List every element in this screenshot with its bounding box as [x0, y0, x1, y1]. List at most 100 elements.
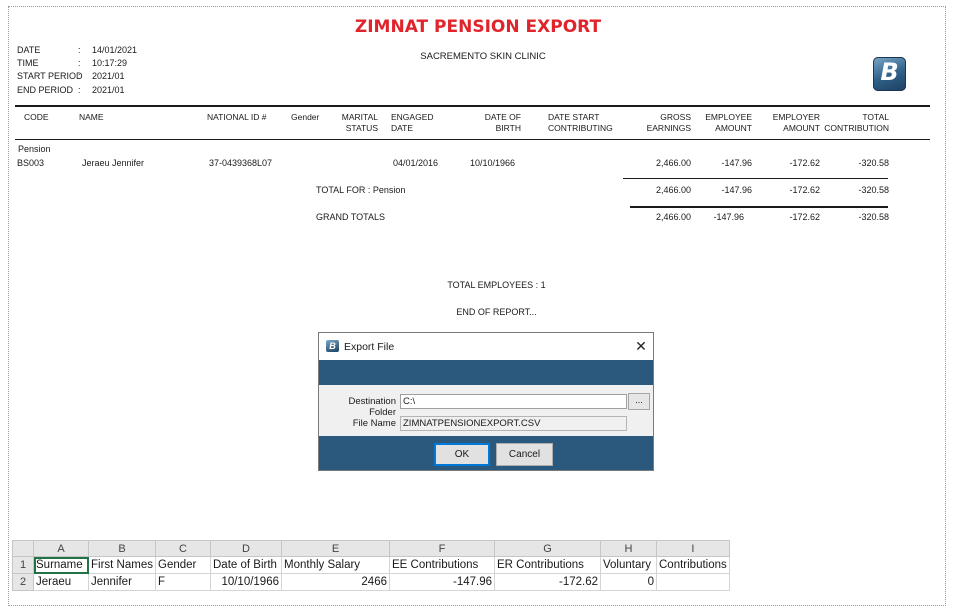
grand-total-total: -320.58 — [858, 212, 889, 222]
cell[interactable]: ER Contributions — [494, 556, 601, 574]
row-gross: 2,466.00 — [655, 158, 691, 168]
cell[interactable]: 2466 — [281, 573, 390, 591]
cell[interactable]: 10/10/1966 — [210, 573, 282, 591]
row-dob: 10/10/1966 — [470, 158, 516, 168]
row-employer: -172.62 — [789, 158, 820, 168]
destination-folder-input[interactable]: C:\ — [400, 394, 627, 409]
meta-start-label: START PERIOD — [17, 71, 83, 81]
row-total: -320.58 — [858, 158, 889, 168]
table-row: 1 Surname First Names Gender Date of Bir… — [12, 556, 730, 574]
meta-start-value: 2021/01 — [92, 71, 125, 81]
file-name-input[interactable]: ZIMNATPENSIONEXPORT.CSV — [400, 416, 627, 431]
total-employees: TOTAL EMPLOYEES : 1 — [447, 280, 546, 290]
column-header[interactable]: E — [281, 540, 390, 557]
meta-time-label: TIME — [17, 58, 39, 68]
subtotal-rule — [623, 178, 888, 179]
column-header[interactable]: I — [656, 540, 730, 557]
company-name: SACREMENTO SKIN CLINIC — [420, 51, 546, 62]
cell[interactable]: First Names — [88, 556, 156, 574]
close-icon[interactable]: ✕ — [630, 336, 652, 356]
b-logo-icon: B — [326, 340, 339, 352]
column-header[interactable]: F — [389, 540, 495, 557]
cell[interactable]: -147.96 — [389, 573, 495, 591]
row-code: BS003 — [17, 158, 45, 168]
row-header[interactable]: 1 — [12, 556, 34, 574]
group-total-employer: -172.62 — [789, 185, 820, 195]
dialog-titlebar[interactable]: B Export File ✕ — [319, 333, 653, 360]
meta-colon: : — [78, 85, 81, 95]
dialog-header-band — [319, 360, 653, 385]
group-label: Pension — [18, 144, 51, 154]
cell[interactable]: -172.62 — [494, 573, 601, 591]
cell[interactable] — [656, 573, 730, 591]
grand-total-employee: -147.96 — [713, 212, 744, 222]
cell[interactable]: Jennifer — [88, 573, 156, 591]
header-bottom-rule — [15, 139, 930, 140]
report-page — [8, 6, 946, 606]
col-code: CODE — [24, 112, 49, 122]
cell[interactable]: Surname — [33, 556, 89, 574]
column-header-row: A B C D E F G H I — [12, 540, 730, 557]
column-header[interactable]: G — [494, 540, 601, 557]
dialog-title: Export File — [344, 341, 395, 353]
grand-total-gross: 2,466.00 — [655, 212, 691, 222]
group-total-total: -320.58 — [858, 185, 889, 195]
destination-folder-label: Destination Folder — [348, 396, 396, 418]
col-total: TOTAL CONTRIBUTION — [824, 112, 889, 133]
spreadsheet-grid: A B C D E F G H I 1 Surname First Names … — [12, 540, 730, 591]
cell[interactable]: EE Contributions — [389, 556, 495, 574]
cell[interactable]: F — [155, 573, 211, 591]
header-rule — [15, 105, 930, 107]
meta-colon: : — [78, 45, 81, 55]
col-employee: EMPLOYEE AMOUNT — [705, 112, 752, 133]
grand-total-rule — [630, 206, 888, 208]
b-logo-icon: B — [873, 57, 906, 91]
cell[interactable]: Voluntary — [600, 556, 657, 574]
col-national-id: NATIONAL ID # — [207, 112, 267, 122]
column-header[interactable]: H — [600, 540, 657, 557]
end-of-report: END OF REPORT... — [456, 307, 537, 317]
meta-date-value: 14/01/2021 — [92, 45, 138, 55]
group-total-gross: 2,466.00 — [655, 185, 691, 195]
column-header[interactable]: A — [33, 540, 89, 557]
col-gross: GROSS EARNINGS — [646, 112, 691, 133]
row-employee: -147.96 — [721, 158, 752, 168]
cell[interactable]: Date of Birth — [210, 556, 282, 574]
cell[interactable]: Gender — [155, 556, 211, 574]
col-employer: EMPLOYER AMOUNT — [772, 112, 820, 133]
col-engaged: ENGAGED DATE — [391, 112, 434, 133]
group-total-employee: -147.96 — [721, 185, 752, 195]
meta-end-label: END PERIOD — [17, 85, 74, 95]
cell[interactable]: Contributions — [656, 556, 730, 574]
column-header[interactable]: D — [210, 540, 282, 557]
col-marital: MARITAL STATUS — [341, 112, 378, 133]
col-date-start: DATE START CONTRIBUTING — [548, 112, 613, 133]
cell[interactable]: Monthly Salary — [281, 556, 390, 574]
grand-total-employer: -172.62 — [789, 212, 820, 222]
file-name-label: File Name — [352, 418, 396, 429]
cancel-button[interactable]: Cancel — [496, 443, 553, 466]
export-file-dialog: B Export File ✕ Destination Folder C:\ .… — [318, 332, 654, 471]
column-header[interactable]: C — [155, 540, 211, 557]
ok-button[interactable]: OK — [434, 443, 490, 466]
row-engaged: 04/01/2016 — [393, 158, 439, 168]
meta-date-label: DATE — [17, 45, 41, 55]
cell[interactable]: 0 — [600, 573, 657, 591]
column-header[interactable]: B — [88, 540, 156, 557]
select-all-corner[interactable] — [12, 540, 34, 557]
col-name: NAME — [79, 112, 104, 122]
group-total-label: TOTAL FOR : Pension — [316, 185, 406, 195]
col-gender: Gender — [291, 112, 320, 122]
cell[interactable]: Jeraeu — [33, 573, 89, 591]
report-title: ZIMNAT PENSION EXPORT — [354, 17, 602, 37]
grand-total-label: GRAND TOTALS — [316, 212, 386, 222]
table-row: 2 Jeraeu Jennifer F 10/10/1966 2466 -147… — [12, 573, 730, 591]
col-dob: DATE OF BIRTH — [484, 112, 521, 133]
meta-end-value: 2021/01 — [92, 85, 125, 95]
row-national-id: 37-0439368L07 — [209, 158, 273, 168]
meta-time-value: 10:17:29 — [92, 58, 128, 68]
browse-button[interactable]: ... — [628, 393, 650, 410]
meta-colon: : — [78, 58, 81, 68]
row-name: Jeraeu Jennifer — [82, 158, 145, 168]
row-header[interactable]: 2 — [12, 573, 34, 591]
